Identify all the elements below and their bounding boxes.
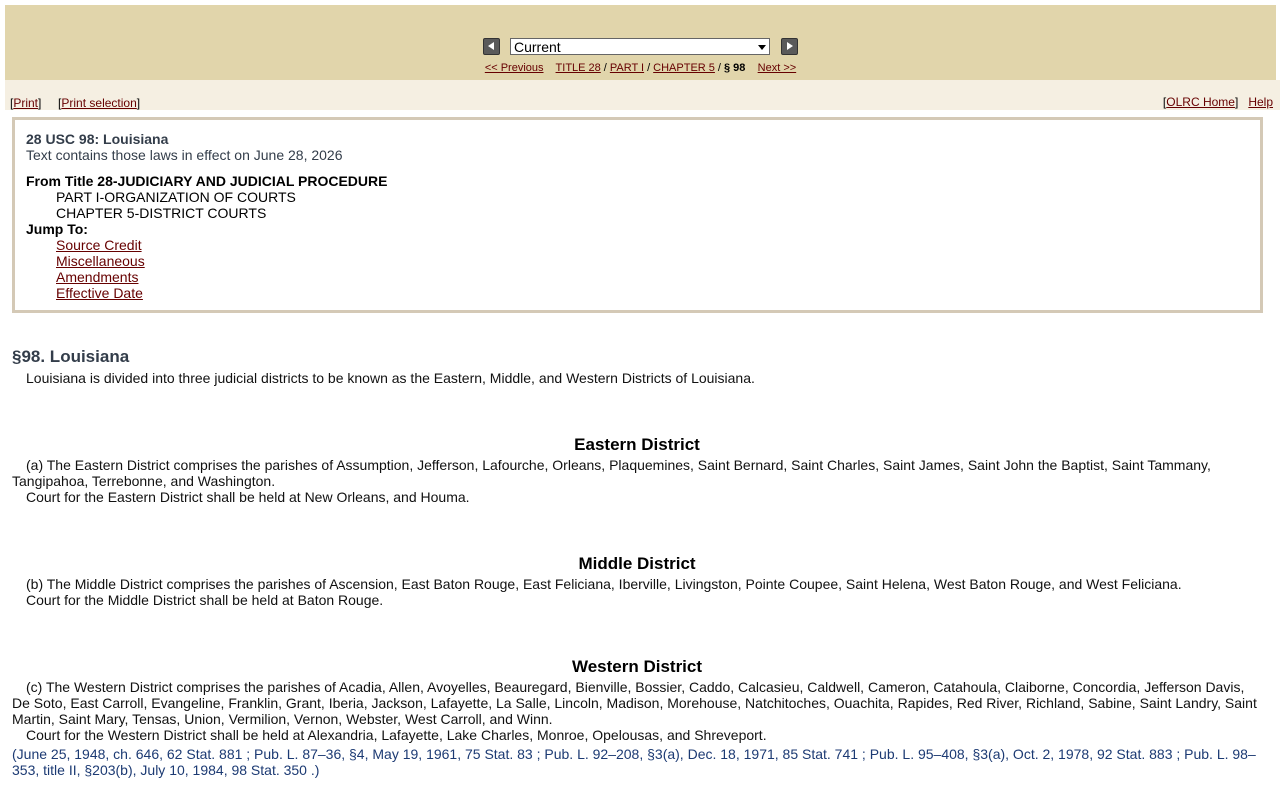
district-text-eastern: (a) The Eastern District comprises the p… (12, 457, 1211, 489)
jump-miscellaneous-link[interactable]: Miscellaneous (56, 253, 145, 269)
breadcrumb-current-section: § 98 (723, 62, 746, 74)
effective-date-note: Text contains those laws in effect on Ju… (26, 147, 343, 163)
jump-amendments-link[interactable]: Amendments (56, 269, 138, 285)
document-id: 28 USC 98: Louisiana (26, 131, 169, 147)
district-heading-western: Western District (571, 657, 703, 676)
district-heading-eastern: Eastern District (574, 435, 700, 454)
toolbar: [Print] [Print selection] [OLRC Home] He… (5, 80, 1280, 110)
district-court-eastern: Court for the Eastern District shall be … (26, 489, 470, 505)
prev-arrow-icon[interactable] (483, 38, 500, 55)
olrc-home-link[interactable]: OLRC Home (1166, 95, 1235, 109)
breadcrumb-chapter-link[interactable]: CHAPTER 5 (653, 62, 715, 74)
district-court-western: Court for the Western District shall be … (26, 727, 767, 743)
print-selection-link[interactable]: Print selection (61, 96, 136, 110)
section-heading: §98. Louisiana (12, 347, 130, 366)
district-heading-middle: Middle District (578, 554, 696, 573)
chevron-down-icon (758, 45, 766, 50)
print-links: [Print] [Print selection] (10, 96, 141, 110)
from-title: From Title 28-JUDICIARY AND JUDICIAL PRO… (26, 173, 388, 189)
next-link[interactable]: Next >> (758, 62, 797, 74)
top-navigation-bar: Current << Previous TITLE 28/PART I / CHAP… (5, 5, 1276, 80)
site-links: [OLRC Home] Help (1162, 95, 1273, 109)
help-link[interactable]: Help (1248, 95, 1273, 109)
version-select[interactable]: Current (510, 38, 770, 55)
source-credit: (June 25, 1948, ch. 646, 62 Stat. 881 ; … (12, 746, 1256, 778)
section-content: §98. Louisiana Louisiana is divided into… (12, 347, 1262, 778)
previous-link[interactable]: << Previous (485, 62, 544, 74)
breadcrumb-part-link[interactable]: PART I (610, 62, 644, 74)
navigation-controls: Current (5, 38, 1276, 55)
jump-to-label: Jump To: (26, 221, 88, 237)
part-heading: PART I-ORGANIZATION OF COURTS (56, 189, 296, 205)
district-court-middle: Court for the Middle District shall be h… (26, 592, 384, 608)
section-intro: Louisiana is divided into three judicial… (26, 370, 755, 386)
print-link[interactable]: Print (13, 96, 38, 110)
next-arrow-icon[interactable] (781, 38, 798, 55)
breadcrumb-title-link[interactable]: TITLE 28 (556, 62, 601, 74)
jump-source-credit-link[interactable]: Source Credit (56, 237, 142, 253)
jump-effective-date-link[interactable]: Effective Date (56, 285, 143, 301)
version-select-value: Current (514, 39, 561, 55)
chapter-heading: CHAPTER 5-DISTRICT COURTS (56, 205, 267, 221)
district-text-middle: (b) The Middle District comprises the pa… (26, 576, 1182, 592)
breadcrumb: << Previous TITLE 28/PART I / CHAPTER 5/§ … (484, 62, 797, 74)
district-text-western: (c) The Western District comprises the p… (12, 679, 1257, 727)
document-info-box: 28 USC 98: Louisiana Text contains those… (12, 117, 1263, 313)
